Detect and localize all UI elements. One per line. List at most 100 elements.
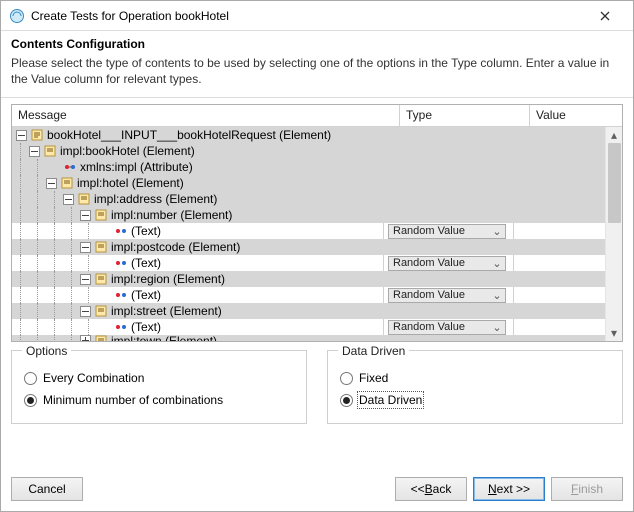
page-description: Please select the type of contents to be… [11, 55, 623, 87]
tree-row[interactable]: impl:street (Element) [12, 303, 605, 319]
radio-icon [24, 394, 37, 407]
radio-label: Minimum number of combinations [43, 393, 223, 407]
chevron-down-icon: ⌄ [489, 225, 505, 238]
text-icon [114, 320, 128, 334]
node-label: impl:number (Element) [111, 208, 232, 222]
node-label: impl:street (Element) [111, 304, 222, 318]
scroll-down-icon[interactable]: ▾ [607, 325, 622, 341]
element-icon [77, 192, 91, 206]
text-icon [114, 288, 128, 302]
value-cell[interactable] [513, 319, 605, 335]
chevron-down-icon: ⌄ [489, 321, 505, 334]
expand-icon[interactable] [80, 335, 91, 341]
element-icon [94, 335, 108, 341]
radio-data-driven[interactable]: Data Driven [340, 389, 612, 411]
tree-row[interactable]: impl:region (Element) [12, 271, 605, 287]
type-dropdown[interactable]: Random Value⌄ [388, 320, 506, 335]
attribute-icon [63, 160, 77, 174]
value-cell[interactable] [513, 223, 605, 239]
tree-row[interactable]: impl:address (Element) [12, 191, 605, 207]
tree-row[interactable]: (Text) Random Value⌄ [12, 255, 605, 271]
node-label: impl:postcode (Element) [111, 240, 240, 254]
element-icon [94, 240, 108, 254]
radio-every-combination[interactable]: Every Combination [24, 367, 296, 389]
tree-row[interactable]: impl:number (Element) [12, 207, 605, 223]
data-driven-group: Data Driven Fixed Data Driven [327, 350, 623, 424]
back-button[interactable]: << Back [395, 477, 467, 501]
cancel-button[interactable]: Cancel [11, 477, 83, 501]
grid-header: Message Type Value [12, 105, 622, 127]
element-icon [94, 272, 108, 286]
radio-fixed[interactable]: Fixed [340, 367, 612, 389]
options-group: Options Every Combination Minimum number… [11, 350, 307, 424]
page-title: Contents Configuration [11, 37, 623, 51]
grid-rows: bookHotel___INPUT___bookHotelRequest (El… [12, 127, 605, 341]
node-label: (Text) [131, 224, 161, 238]
element-icon [60, 176, 74, 190]
tree-row[interactable]: impl:town (Element) [12, 335, 605, 341]
collapse-icon[interactable] [80, 242, 91, 253]
element-icon [43, 144, 57, 158]
scroll-up-icon[interactable]: ▴ [607, 127, 622, 143]
type-dropdown[interactable]: Random Value⌄ [388, 224, 506, 239]
node-label: impl:address (Element) [94, 192, 217, 206]
column-header-message[interactable]: Message [12, 105, 400, 126]
tree-row[interactable]: impl:postcode (Element) [12, 239, 605, 255]
collapse-icon[interactable] [63, 194, 74, 205]
value-cell[interactable] [513, 287, 605, 303]
column-header-value[interactable]: Value [530, 105, 622, 126]
radio-label: Fixed [359, 371, 388, 385]
text-icon [114, 256, 128, 270]
node-label: (Text) [131, 320, 161, 334]
collapse-icon[interactable] [16, 130, 27, 141]
wizard-button-bar: Cancel << Back Next >> Finish [1, 467, 633, 511]
tree-row[interactable]: impl:bookHotel (Element) [12, 143, 605, 159]
radio-minimum-combinations[interactable]: Minimum number of combinations [24, 389, 296, 411]
data-driven-group-label: Data Driven [338, 344, 409, 358]
type-dropdown[interactable]: Random Value⌄ [388, 288, 506, 303]
node-label: impl:bookHotel (Element) [60, 144, 195, 158]
column-header-type[interactable]: Type [400, 105, 530, 126]
radio-label: Data Driven [359, 393, 422, 407]
vertical-scrollbar[interactable]: ▴ ▾ [605, 127, 622, 341]
scroll-thumb[interactable] [608, 143, 621, 223]
finish-button: Finish [551, 477, 623, 501]
window-title: Create Tests for Operation bookHotel [31, 9, 585, 23]
radio-icon [24, 372, 37, 385]
element-icon [94, 304, 108, 318]
tree-row[interactable]: (Text) Random Value⌄ [12, 319, 605, 335]
text-icon [114, 224, 128, 238]
type-dropdown[interactable]: Random Value⌄ [388, 256, 506, 271]
node-label: xmlns:impl (Attribute) [80, 160, 193, 174]
collapse-icon[interactable] [80, 274, 91, 285]
tree-row[interactable]: impl:hotel (Element) [12, 175, 605, 191]
node-label: impl:town (Element) [111, 335, 217, 341]
radio-icon [340, 394, 353, 407]
tree-row[interactable]: (Text) Random Value⌄ [12, 287, 605, 303]
radio-icon [340, 372, 353, 385]
options-group-label: Options [22, 344, 71, 358]
value-cell[interactable] [513, 255, 605, 271]
tree-row[interactable]: bookHotel___INPUT___bookHotelRequest (El… [12, 127, 605, 143]
contents-grid: Message Type Value bookHotel___INPUT___b… [11, 104, 623, 342]
tree-row[interactable]: (Text) Random Value⌄ [12, 223, 605, 239]
chevron-down-icon: ⌄ [489, 257, 505, 270]
collapse-icon[interactable] [80, 306, 91, 317]
collapse-icon[interactable] [80, 210, 91, 221]
node-label: impl:region (Element) [111, 272, 225, 286]
app-icon [9, 8, 25, 24]
radio-label: Every Combination [43, 371, 144, 385]
titlebar: Create Tests for Operation bookHotel [1, 1, 633, 31]
node-label: (Text) [131, 256, 161, 270]
next-button[interactable]: Next >> [473, 477, 545, 501]
wizard-header: Contents Configuration Please select the… [1, 31, 633, 97]
node-label: impl:hotel (Element) [77, 176, 184, 190]
collapse-icon[interactable] [29, 146, 40, 157]
chevron-down-icon: ⌄ [489, 289, 505, 302]
element-icon [94, 208, 108, 222]
close-button[interactable] [585, 2, 625, 30]
node-label: bookHotel___INPUT___bookHotelRequest (El… [47, 128, 331, 142]
tree-row[interactable]: xmlns:impl (Attribute) [12, 159, 605, 175]
collapse-icon[interactable] [46, 178, 57, 189]
element-icon [30, 128, 44, 142]
